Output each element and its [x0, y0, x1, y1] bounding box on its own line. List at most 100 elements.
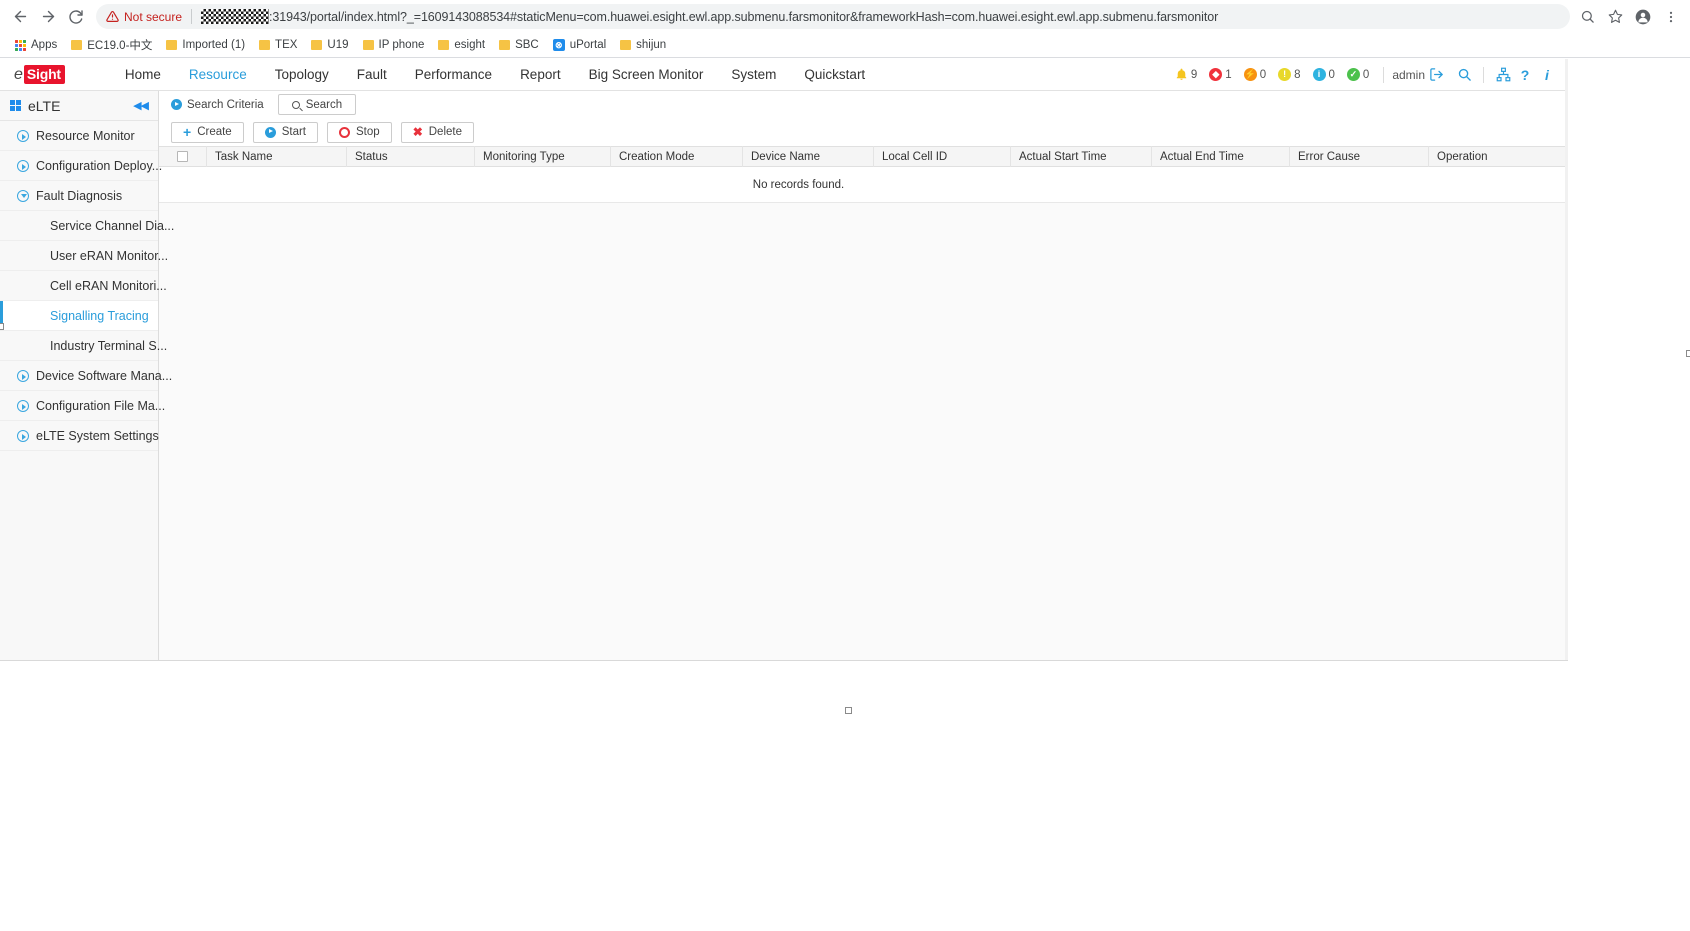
- nav-topology[interactable]: Topology: [261, 62, 343, 87]
- column-device-name[interactable]: Device Name: [742, 146, 873, 167]
- notification-bell-indicator[interactable]: 9: [1169, 68, 1203, 81]
- delete-button[interactable]: ✖ Delete: [400, 121, 474, 143]
- left-sidebar: eLTE ◀◀ Resource Monitor Configuration D…: [0, 91, 174, 660]
- app-body: eLTE ◀◀ Resource Monitor Configuration D…: [0, 91, 1568, 660]
- sidebar-item-elte-system-settings[interactable]: eLTE System Settings: [0, 421, 159, 451]
- sidebar-item-device-software-management[interactable]: Device Software Mana...: [0, 361, 172, 391]
- chevron-right-icon: [17, 159, 29, 172]
- nav-quickstart[interactable]: Quickstart: [790, 62, 879, 87]
- column-monitoring-type[interactable]: Monitoring Type: [474, 146, 610, 167]
- bookmark-ip-phone[interactable]: IP phone: [356, 37, 432, 53]
- critical-alarm-indicator[interactable]: ◆ 1: [1203, 68, 1237, 81]
- major-alarm-indicator[interactable]: ⚡ 0: [1238, 68, 1272, 81]
- folder-icon: [166, 40, 178, 50]
- column-operation[interactable]: Operation: [1428, 146, 1614, 167]
- sidebar-item-configuration-file-management[interactable]: Configuration File Ma...: [0, 391, 165, 421]
- search-criteria-toggle[interactable]: Search Criteria: [171, 99, 264, 111]
- column-task-name[interactable]: Task Name: [206, 146, 346, 167]
- selection-handle-right[interactable]: [1686, 350, 1690, 357]
- column-local-cell-id[interactable]: Local Cell ID: [873, 146, 1010, 167]
- bookmark-imported[interactable]: Imported (1): [159, 37, 252, 53]
- bookmark-label: U19: [327, 39, 349, 51]
- start-button[interactable]: Start: [252, 121, 319, 143]
- nav-home[interactable]: Home: [111, 62, 175, 87]
- sidebar-item-user-eran-monitoring[interactable]: User eRAN Monitor...: [0, 241, 168, 271]
- selection-handle-bottom[interactable]: [845, 707, 852, 714]
- sidebar-item-service-channel-diagnosis[interactable]: Service Channel Dia...: [0, 211, 174, 241]
- select-all-checkbox[interactable]: [159, 146, 206, 167]
- zoom-icon[interactable]: [1574, 4, 1600, 30]
- bookmark-apps[interactable]: Apps: [8, 37, 64, 53]
- bookmark-u19[interactable]: U19: [304, 37, 355, 53]
- bookmark-ec19[interactable]: EC19.0-中文: [64, 35, 159, 55]
- sitemap-icon[interactable]: [1492, 64, 1514, 86]
- folder-icon: [259, 40, 271, 50]
- sidebar-item-label: Service Channel Dia...: [50, 218, 175, 233]
- chevron-right-icon: [17, 399, 29, 412]
- folder-icon: [311, 40, 323, 50]
- column-actual-start-time[interactable]: Actual Start Time: [1010, 146, 1151, 167]
- alarm-count: 9: [1190, 68, 1198, 81]
- sidebar-item-fault-diagnosis[interactable]: Fault Diagnosis: [0, 181, 158, 211]
- column-actual-end-time[interactable]: Actual End Time: [1151, 146, 1289, 167]
- security-indicator[interactable]: Not secure: [106, 10, 182, 24]
- stop-button-label: Stop: [356, 126, 380, 138]
- back-button[interactable]: [6, 3, 34, 31]
- warning-alarm-icon: i: [1312, 68, 1326, 81]
- omnibox-right-icons: [1574, 4, 1684, 30]
- table-header-row: Task Name Status Monitoring Type Creatio…: [159, 146, 1568, 167]
- bell-icon: [1175, 68, 1188, 81]
- sidebar-item-signalling-tracing[interactable]: Signalling Tracing: [0, 301, 158, 331]
- create-button-label: Create: [197, 126, 232, 138]
- column-status[interactable]: Status: [346, 146, 474, 167]
- sidebar-item-label: Configuration Deploy...: [36, 158, 163, 173]
- cleared-alarm-indicator[interactable]: ✓ 0: [1341, 68, 1375, 81]
- bookmark-esight[interactable]: esight: [431, 37, 492, 53]
- sidebar-item-configuration-deployment[interactable]: Configuration Deploy...: [0, 151, 162, 181]
- warning-alarm-indicator[interactable]: i 0: [1307, 68, 1341, 81]
- chevron-right-icon: [17, 369, 29, 382]
- nav-fault[interactable]: Fault: [343, 62, 401, 87]
- bookmark-tex[interactable]: TEX: [252, 37, 304, 53]
- vertical-scrollbar-track[interactable]: [1565, 59, 1568, 660]
- collapse-left-icon[interactable]: ◀◀: [133, 99, 149, 112]
- logout-icon[interactable]: [1425, 64, 1447, 86]
- bookmark-sbc[interactable]: SBC: [492, 37, 546, 53]
- minor-alarm-indicator[interactable]: ! 8: [1272, 68, 1306, 81]
- column-error-cause[interactable]: Error Cause: [1289, 146, 1428, 167]
- nav-resource[interactable]: Resource: [175, 62, 261, 87]
- search-button[interactable]: Search: [277, 94, 357, 115]
- nav-report[interactable]: Report: [506, 62, 575, 87]
- header-right: 9 ◆ 1 ⚡ 0 ! 8 i 0 ✓ 0 admin ? i: [1169, 64, 1558, 86]
- reload-button[interactable]: [62, 3, 90, 31]
- about-info-icon[interactable]: i: [1536, 64, 1558, 86]
- admin-username[interactable]: admin: [1392, 68, 1425, 82]
- address-bar[interactable]: Not secure :31943/portal/index.html?_=16…: [96, 4, 1570, 29]
- table-empty-message: No records found.: [159, 167, 1568, 203]
- nav-system[interactable]: System: [717, 62, 790, 87]
- sidebar-item-industry-terminal-statistics[interactable]: Industry Terminal S...: [0, 331, 167, 361]
- sidebar-item-label: eLTE System Settings: [36, 428, 159, 443]
- profile-avatar-icon[interactable]: [1630, 4, 1656, 30]
- selection-handle-left[interactable]: [0, 323, 4, 330]
- bookmark-label: IP phone: [378, 39, 425, 51]
- forward-button[interactable]: [34, 3, 62, 31]
- chrome-menu-icon[interactable]: [1658, 4, 1684, 30]
- folder-icon: [438, 40, 450, 50]
- column-creation-mode[interactable]: Creation Mode: [610, 146, 742, 167]
- bookmark-uportal[interactable]: ⊗ uPortal: [546, 37, 613, 53]
- alarm-count: 0: [1259, 68, 1267, 81]
- sidebar-item-cell-eran-monitoring[interactable]: Cell eRAN Monitori...: [0, 271, 167, 301]
- search-icon[interactable]: [1453, 64, 1475, 86]
- bookmark-shijun[interactable]: shijun: [613, 37, 673, 53]
- bookmark-star-icon[interactable]: [1602, 4, 1628, 30]
- create-button[interactable]: + Create: [171, 121, 244, 143]
- nav-performance[interactable]: Performance: [401, 62, 506, 87]
- bookmark-label: shijun: [636, 39, 667, 51]
- alarm-count: 0: [1362, 68, 1370, 81]
- stop-button[interactable]: Stop: [327, 121, 392, 143]
- help-question-icon[interactable]: ?: [1514, 64, 1536, 86]
- sidebar-item-resource-monitor[interactable]: Resource Monitor: [0, 121, 158, 151]
- esight-logo[interactable]: e Sight: [14, 65, 65, 84]
- nav-big-screen-monitor[interactable]: Big Screen Monitor: [575, 62, 718, 87]
